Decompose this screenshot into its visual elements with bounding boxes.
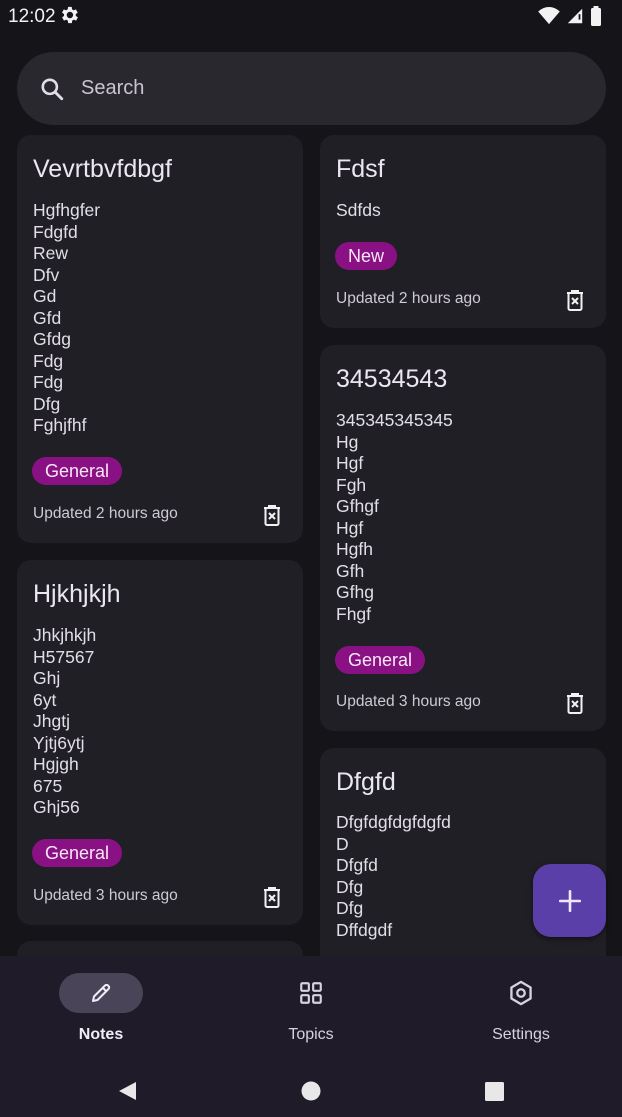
search-icon: [41, 77, 64, 100]
settings-hex-icon: [479, 973, 563, 1013]
grid-icon: [269, 973, 353, 1013]
pencil-icon: [59, 973, 143, 1013]
note-updated: Updated 3 hours ago: [33, 887, 178, 904]
note-updated: Updated 2 hours ago: [33, 505, 178, 522]
nav-label: Settings: [492, 1026, 550, 1043]
bottom-navigation: Notes Topics Settings: [0, 956, 622, 1064]
search-bar[interactable]: Search: [17, 52, 606, 125]
delete-icon[interactable]: [261, 503, 283, 527]
note-body: Jhkjhkjh H57567 Ghj 6yt Jhgtj Yjtj6ytj H…: [33, 625, 97, 817]
home-icon[interactable]: [301, 1081, 321, 1101]
search-placeholder: Search: [81, 77, 145, 99]
note-card[interactable]: Vevrtbvfdbgf Hgfhgfer Fdgfd Rew Dfv Gd G…: [17, 135, 303, 543]
delete-icon[interactable]: [261, 885, 283, 909]
delete-icon[interactable]: [564, 288, 586, 312]
note-body: Sdfds: [336, 200, 381, 220]
note-updated: Updated 3 hours ago: [336, 693, 481, 710]
note-tag: New: [335, 242, 398, 270]
recents-icon[interactable]: [485, 1082, 504, 1101]
note-card[interactable]: Hjkhjkjh Jhkjhkjh H57567 Ghj 6yt Jhgtj Y…: [17, 560, 303, 925]
note-card[interactable]: 34534543 345345345345 Hg Hgf Fgh Gfhgf H…: [320, 345, 606, 731]
nav-label: Topics: [288, 1026, 334, 1043]
status-bar: 12:02: [0, 0, 622, 34]
note-card[interactable]: Dfgfd Dfgfdgfdgfdgfd D Dfgfd Dfg Dfg Dff…: [320, 748, 606, 978]
note-tag: General: [32, 457, 123, 485]
note-card[interactable]: Fdsf Sdfds New Updated 2 hours ago: [320, 135, 606, 328]
note-title: 34534543: [336, 365, 448, 393]
note-updated: Updated 2 hours ago: [336, 290, 481, 307]
note-tag: General: [32, 839, 123, 867]
status-icons: [538, 6, 602, 26]
nav-item-notes[interactable]: Notes: [21, 956, 181, 1064]
note-title: Vevrtbvfdbgf: [33, 155, 172, 183]
note-title: Fdsf: [336, 155, 385, 183]
back-icon[interactable]: [116, 1080, 138, 1102]
nav-label: Notes: [78, 1026, 124, 1043]
note-body: 345345345345 Hg Hgf Fgh Gfhgf Hgf Hgfh G…: [336, 410, 453, 624]
nav-item-settings[interactable]: Settings: [441, 956, 601, 1064]
wifi-icon: [538, 7, 560, 25]
nav-item-topics[interactable]: Topics: [231, 956, 391, 1064]
note-title: Hjkhjkjh: [33, 580, 121, 608]
signal-icon: [567, 8, 583, 24]
plus-icon: [558, 889, 581, 912]
note-body: Dfgfdgfdgfdgfd D Dfgfd Dfg Dfg Dffdgdf: [336, 812, 451, 940]
system-nav-bar: [0, 1064, 622, 1117]
battery-icon: [591, 6, 601, 26]
add-note-button[interactable]: [533, 864, 606, 937]
note-tag: General: [335, 646, 426, 674]
status-time: 12:02: [8, 6, 56, 27]
gear-icon: [58, 4, 80, 31]
note-body: Hgfhgfer Fdgfd Rew Dfv Gd Gfd Gfdg Fdg F…: [33, 200, 101, 435]
note-title: Dfgfd: [336, 768, 396, 796]
delete-icon[interactable]: [564, 691, 586, 715]
